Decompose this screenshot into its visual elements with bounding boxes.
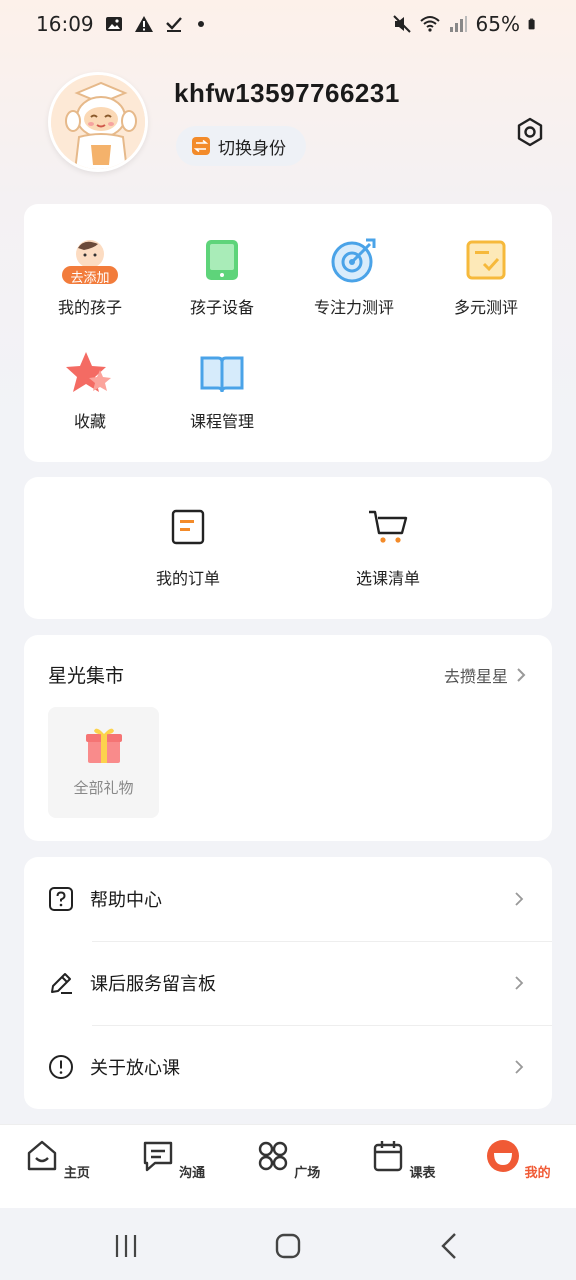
tab-mine[interactable]: 我的	[461, 1125, 576, 1208]
book-icon	[198, 350, 246, 398]
tab-schedule-label: 课表	[409, 1166, 436, 1181]
status-bar: 16:09 65%	[0, 0, 576, 48]
tab-mine-label: 我的	[524, 1166, 551, 1181]
home-button-icon[interactable]	[270, 1228, 306, 1264]
tab-home-label: 主页	[63, 1166, 90, 1181]
chevron-right-icon	[515, 1060, 524, 1074]
tab-square-label: 广场	[294, 1166, 321, 1181]
collect-stars-label: 去攒星星	[443, 667, 508, 686]
tab-chat[interactable]: 沟通	[115, 1125, 230, 1208]
mascot-avatar-icon	[51, 75, 145, 169]
order-icon	[170, 509, 206, 545]
check-icon	[165, 17, 182, 32]
child-icon: 去添加	[58, 236, 122, 286]
gift-icon	[85, 728, 122, 763]
notification-dot	[197, 21, 204, 27]
target-icon	[330, 236, 378, 284]
orders-card: 我的订单 选课清单	[24, 477, 552, 619]
chevron-right-icon	[515, 892, 524, 906]
course-management-label: 课程管理	[189, 412, 254, 431]
edit-icon	[51, 973, 72, 994]
mute-icon	[392, 15, 411, 33]
chevron-right-icon	[517, 668, 526, 682]
tab-chat-label: 沟通	[179, 1166, 206, 1181]
multi-assessment-item[interactable]: 多元测评	[420, 236, 552, 318]
profile-icon	[487, 1140, 520, 1172]
favorites-item[interactable]: 收藏	[24, 350, 156, 432]
battery-icon	[528, 18, 535, 30]
focus-assessment-item[interactable]: 专注力测评	[288, 236, 420, 318]
favorites-label: 收藏	[73, 412, 106, 431]
calendar-icon	[373, 1141, 403, 1172]
warning-icon	[134, 16, 153, 32]
avatar[interactable]	[48, 72, 148, 172]
message-board-label: 课后服务留言板	[90, 974, 216, 995]
status-time: 16:09	[36, 12, 94, 36]
about-label: 关于放心课	[90, 1058, 180, 1079]
star-market-card: 星光集市 去攒星星 全部礼物	[24, 635, 552, 841]
cart-icon	[368, 509, 408, 545]
all-gifts-item[interactable]: 全部礼物	[48, 707, 159, 818]
tab-schedule[interactable]: 课表	[346, 1125, 461, 1208]
profile-header: khfw13597766231 切换身份	[0, 60, 576, 190]
chevron-right-icon	[515, 976, 524, 990]
home-icon	[28, 1140, 57, 1171]
my-orders-label: 我的订单	[155, 569, 220, 588]
course-list-item[interactable]: 选课清单	[322, 509, 454, 589]
course-management-item[interactable]: 课程管理	[156, 350, 288, 432]
settings-menu-card: 帮助中心 课后服务留言板 关于放心课	[24, 857, 552, 1109]
battery-percent: 65%	[475, 12, 520, 36]
help-icon	[49, 887, 73, 911]
tablet-icon	[198, 236, 246, 284]
child-devices-label: 孩子设备	[189, 298, 254, 317]
star-icon	[66, 350, 114, 398]
my-orders-item[interactable]: 我的订单	[122, 509, 254, 589]
star-market-title: 星光集市	[48, 665, 125, 687]
switch-identity-label: 切换身份	[218, 138, 286, 159]
collect-stars-link[interactable]: 去攒星星	[444, 663, 526, 687]
image-icon	[105, 17, 122, 31]
tab-square[interactable]: 广场	[230, 1125, 345, 1208]
switch-identity-button[interactable]: 切换身份	[176, 126, 306, 166]
system-navigation-bar	[0, 1208, 576, 1280]
switch-icon	[192, 137, 210, 155]
info-icon	[49, 1055, 73, 1079]
all-gifts-label: 全部礼物	[73, 779, 134, 797]
signal-icon	[449, 16, 467, 32]
username: khfw13597766231	[174, 78, 400, 108]
help-center-row[interactable]: 帮助中心	[24, 857, 552, 941]
grid-icon	[258, 1141, 287, 1171]
recent-apps-icon[interactable]	[108, 1228, 144, 1264]
multi-assessment-label: 多元测评	[453, 298, 518, 317]
wifi-icon	[419, 16, 440, 32]
bottom-tab-bar: 主页 沟通 广场 课表 我的	[0, 1124, 576, 1208]
chat-icon	[143, 1141, 172, 1172]
assessment-icon	[462, 236, 510, 284]
help-center-label: 帮助中心	[90, 890, 162, 911]
course-list-label: 选课清单	[355, 569, 420, 588]
about-row[interactable]: 关于放心课	[24, 1025, 552, 1109]
child-devices-item[interactable]: 孩子设备	[156, 236, 288, 318]
my-children-label: 我的孩子	[57, 298, 122, 317]
features-card: 去添加 我的孩子 孩子设备 专注力测评 多元测评 收藏 课程管理	[24, 204, 552, 462]
add-child-badge: 去添加	[70, 271, 110, 286]
focus-assessment-label: 专注力测评	[313, 298, 394, 317]
my-children-item[interactable]: 去添加 我的孩子	[24, 236, 156, 318]
back-icon[interactable]	[432, 1228, 468, 1264]
message-board-row[interactable]: 课后服务留言板	[24, 941, 552, 1025]
settings-icon[interactable]	[514, 116, 546, 148]
tab-home[interactable]: 主页	[0, 1125, 115, 1208]
